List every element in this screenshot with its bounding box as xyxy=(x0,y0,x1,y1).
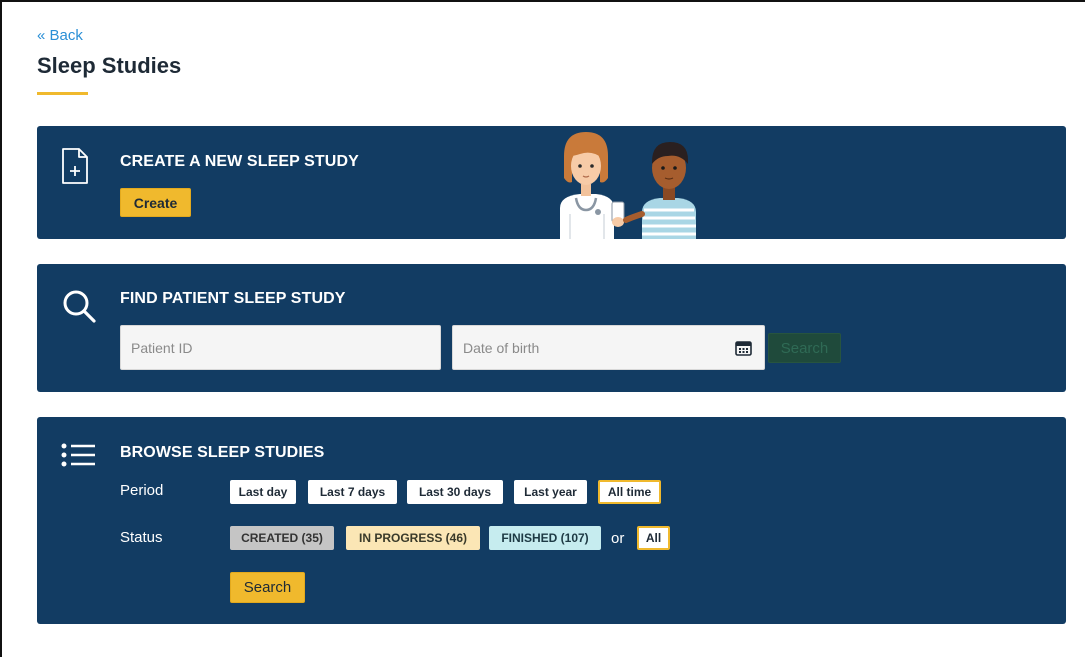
back-link[interactable]: « Back xyxy=(37,27,83,44)
status-created-chip[interactable]: CREATED (35) xyxy=(230,526,334,550)
calendar-icon[interactable] xyxy=(735,340,752,361)
browse-studies-card: BROWSE SLEEP STUDIES Period Last day Las… xyxy=(37,417,1066,624)
patient-id-input[interactable] xyxy=(120,325,441,370)
new-document-icon xyxy=(61,147,89,190)
status-in-progress-chip[interactable]: IN PROGRESS (46) xyxy=(346,526,480,550)
date-of-birth-input[interactable] xyxy=(452,325,765,370)
title-underline xyxy=(37,92,88,95)
period-last-30-days[interactable]: Last 30 days xyxy=(407,480,503,504)
period-label: Period xyxy=(120,482,164,499)
browse-card-heading: BROWSE SLEEP STUDIES xyxy=(120,444,325,461)
doctor-patient-illustration xyxy=(556,126,716,239)
status-finished-chip[interactable]: FINISHED (107) xyxy=(489,526,601,550)
page-title: Sleep Studies xyxy=(37,53,182,78)
or-text: or xyxy=(611,530,625,547)
create-card-heading: CREATE A NEW SLEEP STUDY xyxy=(120,153,359,170)
browse-search-button[interactable]: Search xyxy=(230,572,305,603)
create-study-card: CREATE A NEW SLEEP STUDY Create xyxy=(37,126,1066,239)
period-last-7-days[interactable]: Last 7 days xyxy=(308,480,397,504)
period-all-time[interactable]: All time xyxy=(598,480,661,504)
period-last-year[interactable]: Last year xyxy=(514,480,587,504)
find-search-button[interactable]: Search xyxy=(768,333,841,363)
list-icon xyxy=(61,443,97,478)
status-label: Status xyxy=(120,529,163,546)
create-button[interactable]: Create xyxy=(120,188,191,217)
status-all-chip[interactable]: All xyxy=(637,526,670,550)
find-card-heading: FIND PATIENT SLEEP STUDY xyxy=(120,290,346,307)
find-study-card: FIND PATIENT SLEEP STUDY Search xyxy=(37,264,1066,392)
period-last-day[interactable]: Last day xyxy=(230,480,296,504)
search-icon xyxy=(61,288,97,329)
